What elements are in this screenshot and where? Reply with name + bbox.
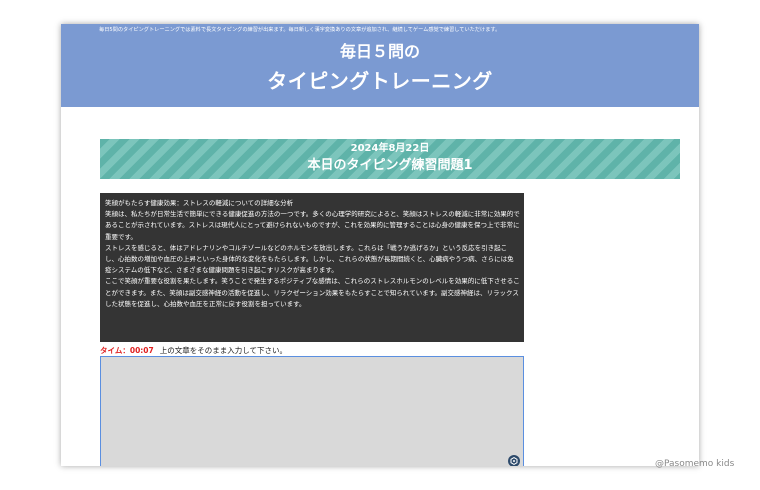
passage-line: ここで笑顔が重要な役割を果たします。笑うことで発生するポジティブな感情は、これら… — [105, 277, 520, 308]
passage-line: 笑顔がもたらす健康効果：ストレスの軽減についての詳細な分析 — [105, 199, 294, 207]
passage-line: 笑顔は、私たちが日常生活で簡単にできる健康促進の方法の一つです。多くの心理学的研… — [105, 210, 520, 241]
header-description: 毎日5問のタイピングトレーニングでは素料で長文タイピングの練習が出来ます。毎日新… — [99, 27, 501, 33]
timer-label: タイム： — [100, 346, 130, 355]
watermark-credit: @Pasomemo kids — [655, 459, 735, 469]
page-frame: 毎日5問のタイピングトレーニングでは素料で長文タイピングの練習が出来ます。毎日新… — [61, 24, 699, 466]
typing-passage: 笑顔がもたらす健康効果：ストレスの軽減についての詳細な分析 笑顔は、私たちが日常… — [100, 193, 524, 342]
lesson-banner: 2024年8月22日 本日のタイピング練習問題1 — [100, 139, 680, 179]
site-header: 毎日5問のタイピングトレーニングでは素料で長文タイピングの練習が出来ます。毎日新… — [61, 24, 699, 107]
grammar-check-icon[interactable] — [508, 455, 520, 466]
passage-line: ストレスを感じると、体はアドレナリンやコルチゾールなどのホルモンを放出します。こ… — [105, 243, 514, 275]
site-title-line1[interactable]: 毎日５問の — [61, 41, 699, 63]
hexagon-glyph — [510, 457, 518, 465]
timer-value: 00:07 — [129, 346, 154, 355]
typing-status: タイム：00:07 上の文章をそのまま入力して下さい。 — [100, 346, 287, 356]
site-title-line2[interactable]: タイピングトレーニング — [61, 67, 699, 95]
typing-instruction: 上の文章をそのまま入力して下さい。 — [159, 346, 288, 355]
typing-input[interactable] — [100, 356, 524, 466]
lesson-title: 本日のタイピング練習問題1 — [307, 158, 473, 173]
lesson-date: 2024年8月22日 — [350, 143, 430, 154]
